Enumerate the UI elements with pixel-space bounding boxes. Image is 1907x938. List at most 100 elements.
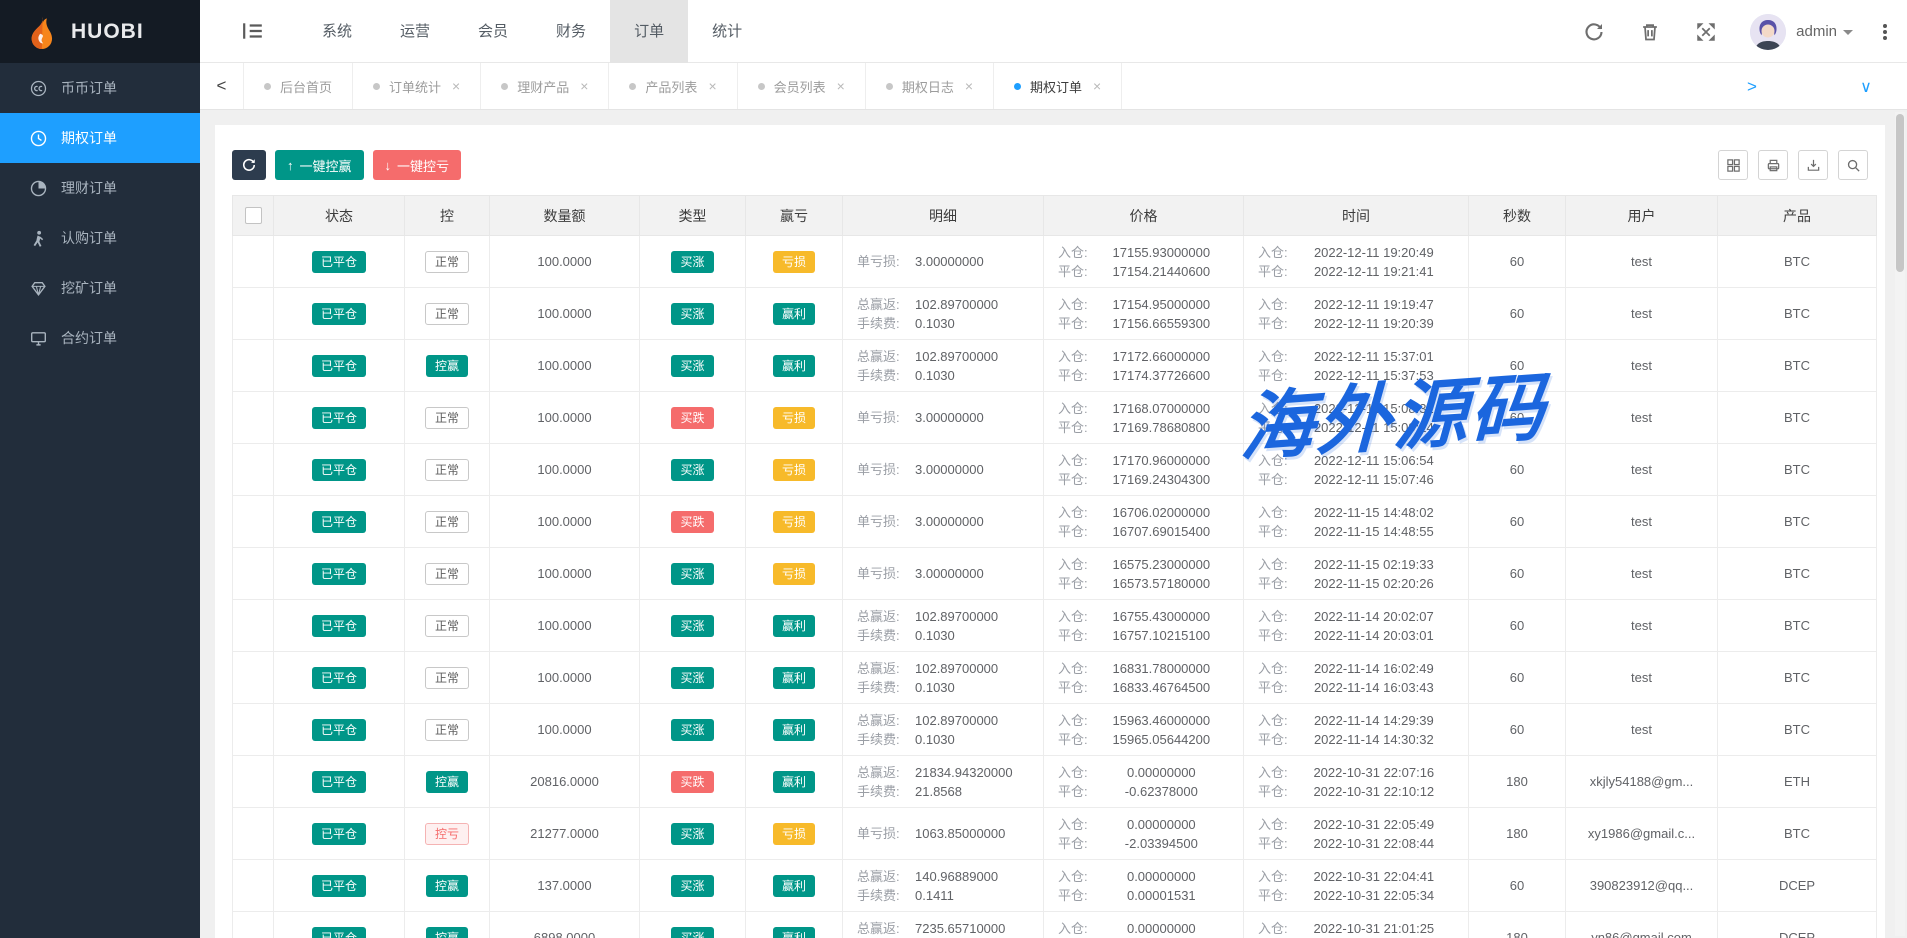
detail-cell: 总赢返:102.89700000手续费:0.1030 — [843, 704, 1044, 756]
nav-item-3[interactable]: 会员 — [454, 0, 532, 63]
time-cell: 入仓:2022-12-11 19:19:47平仓:2022-12-11 19:2… — [1244, 288, 1469, 340]
columns-button[interactable] — [1718, 150, 1748, 180]
mining-icon — [30, 280, 47, 297]
tab-3[interactable]: 理财产品× — [481, 63, 609, 109]
nav-item-6[interactable]: 统计 — [688, 0, 766, 63]
refresh-icon[interactable] — [1584, 22, 1604, 42]
refresh-table-button[interactable] — [232, 150, 266, 180]
type-badge: 买涨 — [671, 563, 713, 585]
status-cell: 已平仓 — [274, 808, 405, 860]
sidebar-item-1[interactable]: 币币订单 — [0, 63, 200, 113]
sidebar-item-5[interactable]: 挖矿订单 — [0, 263, 200, 313]
detail-label: 总赢返: — [857, 763, 909, 782]
seconds-cell: 60 — [1469, 392, 1566, 444]
kv-label: 入仓: — [1058, 867, 1088, 886]
result-cell: 赢利 — [746, 860, 843, 912]
tab-dot — [501, 83, 508, 90]
tabs-prev-button[interactable]: < — [200, 63, 244, 109]
kv-value: 0.00000000 — [1088, 763, 1235, 782]
control-badge[interactable]: 正常 — [425, 251, 469, 273]
tab-1[interactable]: 后台首页 — [244, 63, 353, 109]
control-badge[interactable]: 正常 — [425, 511, 469, 533]
detail-value: 102.89700000 — [915, 607, 998, 626]
tab-5[interactable]: 会员列表× — [738, 63, 866, 109]
detail-line: 总赢返:102.89700000 — [857, 607, 1035, 626]
price-cell-in: 入仓:17168.07000000 — [1058, 399, 1235, 418]
export-icon — [1806, 158, 1821, 173]
time-cell: 入仓:2022-11-15 02:19:33平仓:2022-11-15 02:2… — [1244, 548, 1469, 600]
type-badge: 买涨 — [671, 667, 713, 689]
print-button[interactable] — [1758, 150, 1788, 180]
nav-item-1[interactable]: 系统 — [298, 0, 376, 63]
result-badge: 赢利 — [773, 615, 815, 637]
tab-close-icon[interactable]: × — [452, 78, 460, 94]
control-badge[interactable]: 正常 — [425, 459, 469, 481]
tab-4[interactable]: 产品列表× — [609, 63, 737, 109]
control-badge[interactable]: 正常 — [425, 303, 469, 325]
control-badge[interactable]: 控赢 — [426, 875, 468, 897]
tab-close-icon[interactable]: × — [965, 78, 973, 94]
control-cell: 正常 — [405, 392, 490, 444]
trash-icon[interactable] — [1640, 22, 1660, 42]
control-badge[interactable]: 正常 — [425, 615, 469, 637]
price-cell-box: 入仓:0.00000000平仓:-2.03394500 — [1044, 808, 1243, 859]
detail-label: 总赢返: — [857, 659, 909, 678]
control-badge[interactable]: 正常 — [425, 719, 469, 741]
detail-label: 单亏损: — [857, 512, 909, 531]
tab-close-icon[interactable]: × — [580, 78, 588, 94]
sidebar-item-label: 期权订单 — [61, 128, 117, 148]
kv-value: -0.62378000 — [1088, 782, 1235, 801]
control-badge[interactable]: 控赢 — [426, 927, 468, 938]
sidebar-item-6[interactable]: 合约订单 — [0, 313, 200, 363]
kv-label: 平仓: — [1258, 418, 1288, 437]
result-badge: 赢利 — [773, 303, 815, 325]
tab-6[interactable]: 期权日志× — [866, 63, 994, 109]
fullscreen-icon[interactable] — [1696, 22, 1716, 42]
control-badge[interactable]: 正常 — [425, 407, 469, 429]
tab-close-icon[interactable]: × — [1093, 78, 1101, 94]
tab-close-icon[interactable]: × — [708, 78, 716, 94]
status-badge: 已平仓 — [312, 251, 366, 273]
export-button[interactable] — [1798, 150, 1828, 180]
kv-label: 入仓: — [1258, 243, 1288, 262]
search-button[interactable] — [1838, 150, 1868, 180]
amount-cell: 100.0000 — [490, 496, 640, 548]
tabs-dropdown-button[interactable]: ∨ — [1851, 63, 1881, 110]
price-cell: 入仓:0.00000000平仓:-0.62378000 — [1044, 756, 1244, 808]
kv-label: 入仓: — [1258, 711, 1288, 730]
control-cell: 正常 — [405, 444, 490, 496]
more-menu-icon[interactable] — [1883, 22, 1887, 42]
status-badge: 已平仓 — [312, 407, 366, 429]
sidebar-item-3[interactable]: 理财订单 — [0, 163, 200, 213]
control-cell: 正常 — [405, 236, 490, 288]
row-select-cell — [233, 548, 274, 600]
sidebar-collapse-icon[interactable] — [242, 20, 264, 42]
sidebar-item-4[interactable]: 认购订单 — [0, 213, 200, 263]
nav-item-2[interactable]: 运营 — [376, 0, 454, 63]
control-badge[interactable]: 控亏 — [425, 823, 469, 845]
nav-item-5[interactable]: 订单 — [610, 0, 688, 63]
control-badge[interactable]: 控赢 — [426, 355, 468, 377]
tab-close-icon[interactable]: × — [837, 78, 845, 94]
select-all-checkbox[interactable] — [245, 207, 262, 224]
control-badge[interactable]: 正常 — [425, 667, 469, 689]
user-cell: xkjly54188@gm... — [1566, 756, 1718, 808]
scrollbar-thumb[interactable] — [1896, 114, 1904, 272]
avatar[interactable] — [1750, 14, 1786, 50]
nav-item-4[interactable]: 财务 — [532, 0, 610, 63]
time-cell-in: 入仓:2022-11-14 14:29:39 — [1258, 711, 1460, 730]
sidebar-item-2[interactable]: 期权订单 — [0, 113, 200, 163]
page-scrollbar[interactable] — [1895, 112, 1905, 936]
force-lose-button[interactable]: ↓ 一键控亏 — [373, 150, 462, 180]
tabs-next-button[interactable]: > — [1737, 63, 1767, 110]
time-cell-out: 平仓:2022-11-14 20:03:01 — [1258, 626, 1460, 645]
time-cell-box: 入仓:2022-11-14 16:02:49平仓:2022-11-14 16:0… — [1244, 652, 1468, 703]
control-badge[interactable]: 正常 — [425, 563, 469, 585]
time-cell: 入仓:2022-10-31 22:07:16平仓:2022-10-31 22:1… — [1244, 756, 1469, 808]
force-win-button[interactable]: ↑ 一键控赢 — [275, 150, 364, 180]
tab-2[interactable]: 订单统计× — [353, 63, 481, 109]
brand-logo[interactable]: HUOBI — [0, 0, 200, 63]
control-badge[interactable]: 控赢 — [426, 771, 468, 793]
tab-7[interactable]: 期权订单× — [994, 63, 1122, 109]
user-name[interactable]: admin — [1796, 23, 1837, 40]
